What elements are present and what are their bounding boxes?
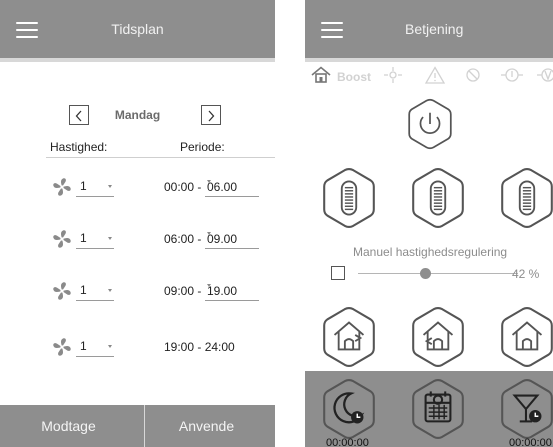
- home-supply-icon: [422, 321, 454, 351]
- dropdown-caret-icon: [207, 232, 211, 235]
- night-timer-value: 00:00:00: [326, 437, 369, 447]
- speed-level-3-button[interactable]: [497, 167, 553, 229]
- receive-button[interactable]: Modtage: [0, 405, 137, 447]
- speed-select[interactable]: 1: [76, 339, 114, 357]
- slider-thumb[interactable]: [419, 268, 431, 279]
- chevron-right-icon: [208, 110, 215, 122]
- status-icon-row: Boost: [305, 66, 553, 86]
- filter-icon: [466, 68, 480, 82]
- speed-level-1-button[interactable]: [319, 167, 379, 229]
- home-icon: [311, 66, 331, 83]
- manual-speed-checkbox[interactable]: [331, 266, 345, 280]
- party-clock-icon: [512, 394, 542, 423]
- header-divider: [46, 157, 275, 158]
- calendar-clock-icon: [424, 391, 452, 423]
- control-top-bar: Betjening: [305, 0, 553, 58]
- schedule-top-bar: Tidsplan: [0, 0, 275, 58]
- dropdown-caret-icon: [207, 180, 211, 183]
- page-title: Betjening: [405, 21, 464, 37]
- speed-select[interactable]: 1: [76, 231, 114, 249]
- schedule-row: 1 06:00 - 09.00: [0, 229, 275, 255]
- period-range: 19:00 - 24:00: [164, 340, 235, 354]
- schedule-row: 1 09:00 - 19.00: [0, 281, 275, 307]
- period-end-select[interactable]: 09.00: [205, 231, 259, 249]
- mode-supply-button[interactable]: [408, 306, 468, 368]
- power-button[interactable]: [405, 98, 455, 150]
- speed-column-header: Hastighed:: [50, 140, 108, 154]
- period-start: 00:00 -: [164, 180, 202, 194]
- schedule-row: 1 19:00 - 24:00: [0, 337, 275, 363]
- home-exchange-icon: [333, 321, 365, 351]
- fan-icon: [53, 230, 71, 248]
- schedule-timer-button[interactable]: [408, 378, 468, 440]
- temperature-icon: [501, 68, 523, 82]
- day-navigator: Mandag: [0, 105, 275, 127]
- top-bar-divider: [305, 58, 553, 62]
- dropdown-caret-icon: [108, 345, 112, 348]
- fan-icon: [53, 178, 71, 196]
- fan-icon: [53, 338, 71, 356]
- schedule-screen: Tidsplan Mandag Hastighed: Periode: 1 00…: [0, 0, 275, 447]
- boost-status-label: Boost: [337, 70, 371, 84]
- page-title: Tidsplan: [111, 21, 164, 37]
- period-start: 09:00 -: [164, 284, 202, 298]
- dropdown-caret-icon: [108, 185, 112, 188]
- dropdown-caret-icon: [207, 284, 211, 287]
- top-bar-divider: [0, 58, 275, 62]
- period-end-select[interactable]: 19.00: [205, 283, 259, 301]
- next-day-button[interactable]: [201, 105, 221, 125]
- manual-speed-label: Manuel hastighedsregulering: [353, 245, 508, 259]
- voltage-icon: [537, 68, 553, 82]
- speed-percent-readout: 42 %: [512, 267, 540, 281]
- schedule-row: 1 00:00 - 06.00: [0, 177, 275, 203]
- home-balanced-icon: [511, 321, 543, 351]
- party-timer-button[interactable]: [497, 378, 553, 440]
- speed-select[interactable]: 1: [76, 179, 114, 197]
- party-timer-value: 00:00:00: [509, 437, 552, 447]
- dropdown-caret-icon: [108, 289, 112, 292]
- control-screen: Betjening Boost Manuel hastighedsreguler…: [305, 0, 553, 447]
- manual-speed-slider[interactable]: [358, 268, 518, 280]
- mode-extract-button[interactable]: [319, 306, 379, 368]
- menu-icon[interactable]: [321, 22, 343, 38]
- period-column-header: Periode:: [180, 140, 225, 154]
- slider-track: [358, 273, 518, 274]
- period-start: 06:00 -: [164, 232, 202, 246]
- period-end-select[interactable]: 06.00: [205, 179, 259, 197]
- speed-level-2-button[interactable]: [408, 167, 468, 229]
- apply-button[interactable]: Anvende: [138, 405, 275, 447]
- schedule-bottom-bar: Modtage Anvende: [0, 405, 275, 447]
- dropdown-caret-icon: [108, 237, 112, 240]
- speed-select[interactable]: 1: [76, 283, 114, 301]
- moon-clock-icon: [333, 392, 365, 424]
- night-timer-button[interactable]: [319, 378, 379, 440]
- fan-status-icon: [384, 67, 402, 83]
- mode-balanced-button[interactable]: [497, 306, 553, 368]
- day-label: Mandag: [114, 108, 161, 122]
- warning-icon: [425, 66, 445, 84]
- fan-icon: [53, 282, 71, 300]
- power-icon: [419, 112, 441, 135]
